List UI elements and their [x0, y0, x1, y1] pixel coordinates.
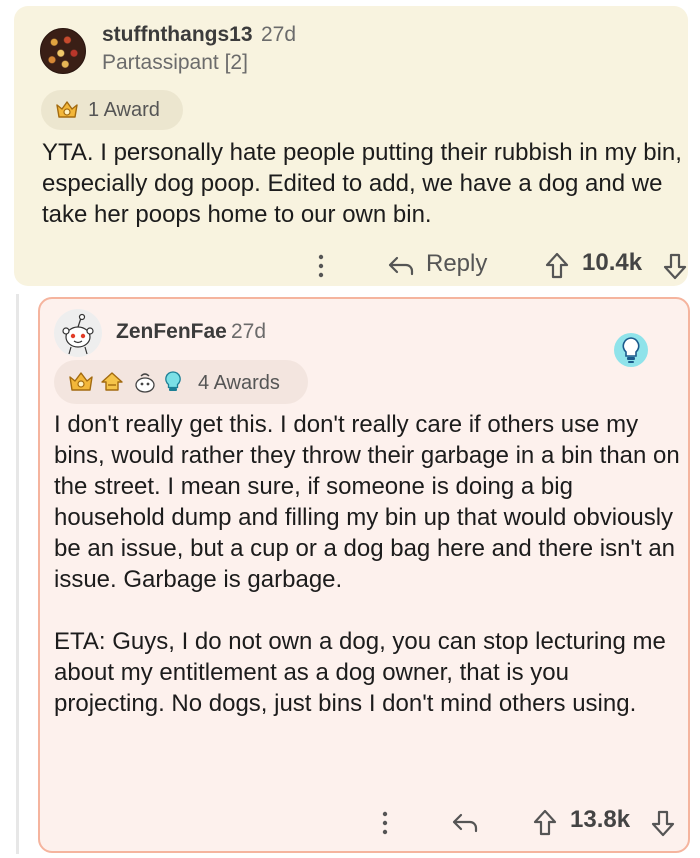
comment-stuffnthangs13: stuffnthangs13 27d Partassipant [2] 1 Aw… [14, 6, 688, 286]
reply-arrow-icon[interactable] [386, 254, 416, 278]
award-wings-icon [101, 372, 123, 391]
vote-score: 10.4k [582, 249, 643, 276]
comment-body: I don't really get this. I don't really … [54, 409, 684, 719]
lightbulb-icon [614, 333, 648, 367]
comment-paragraph: I don't really get this. I don't really … [54, 411, 680, 593]
comment-username[interactable]: ZenFenFae [116, 320, 227, 344]
thread-line[interactable] [16, 294, 19, 854]
awards-count: 4 Awards [198, 372, 280, 394]
downvote-arrow-icon[interactable] [650, 808, 676, 838]
comment-age: 27d [231, 320, 267, 343]
upvote-arrow-icon[interactable] [544, 251, 570, 281]
comment-username[interactable]: stuffnthangs13 [102, 23, 253, 47]
comment-zenfenfae: ZenFenFae 27d 4 Awards I don't really ge… [38, 297, 690, 853]
upvote-arrow-icon[interactable] [532, 808, 558, 838]
awards-pill[interactable]: 4 Awards [54, 360, 308, 404]
comment-action-bar: 13.8k [40, 801, 688, 845]
more-vertical-icon[interactable] [380, 810, 390, 836]
comment-paragraph: ETA: Guys, I do not own a dog, you can s… [54, 628, 666, 717]
reply-button[interactable]: Reply [426, 250, 487, 278]
avatar[interactable] [40, 28, 86, 74]
award-snoo-icon [135, 373, 155, 393]
award-crown-icon [56, 101, 78, 118]
awards-count: 1 Award [88, 99, 160, 121]
comment-action-bar: Reply 10.4k [28, 244, 700, 288]
comment-body: YTA. I personally hate people putting th… [42, 137, 682, 230]
award-lightbulb-icon [165, 371, 181, 391]
avatar[interactable] [54, 309, 102, 357]
comment-age: 27d [261, 23, 297, 46]
vote-score: 13.8k [570, 806, 631, 833]
reply-arrow-icon[interactable] [450, 811, 480, 835]
downvote-arrow-icon[interactable] [662, 251, 688, 281]
award-crown-icon [69, 372, 93, 391]
comment-paragraph: YTA. I personally hate people putting th… [42, 139, 682, 228]
user-flair: Partassipant [2] [102, 51, 248, 74]
awards-pill[interactable]: 1 Award [41, 90, 183, 130]
more-vertical-icon[interactable] [316, 253, 326, 279]
